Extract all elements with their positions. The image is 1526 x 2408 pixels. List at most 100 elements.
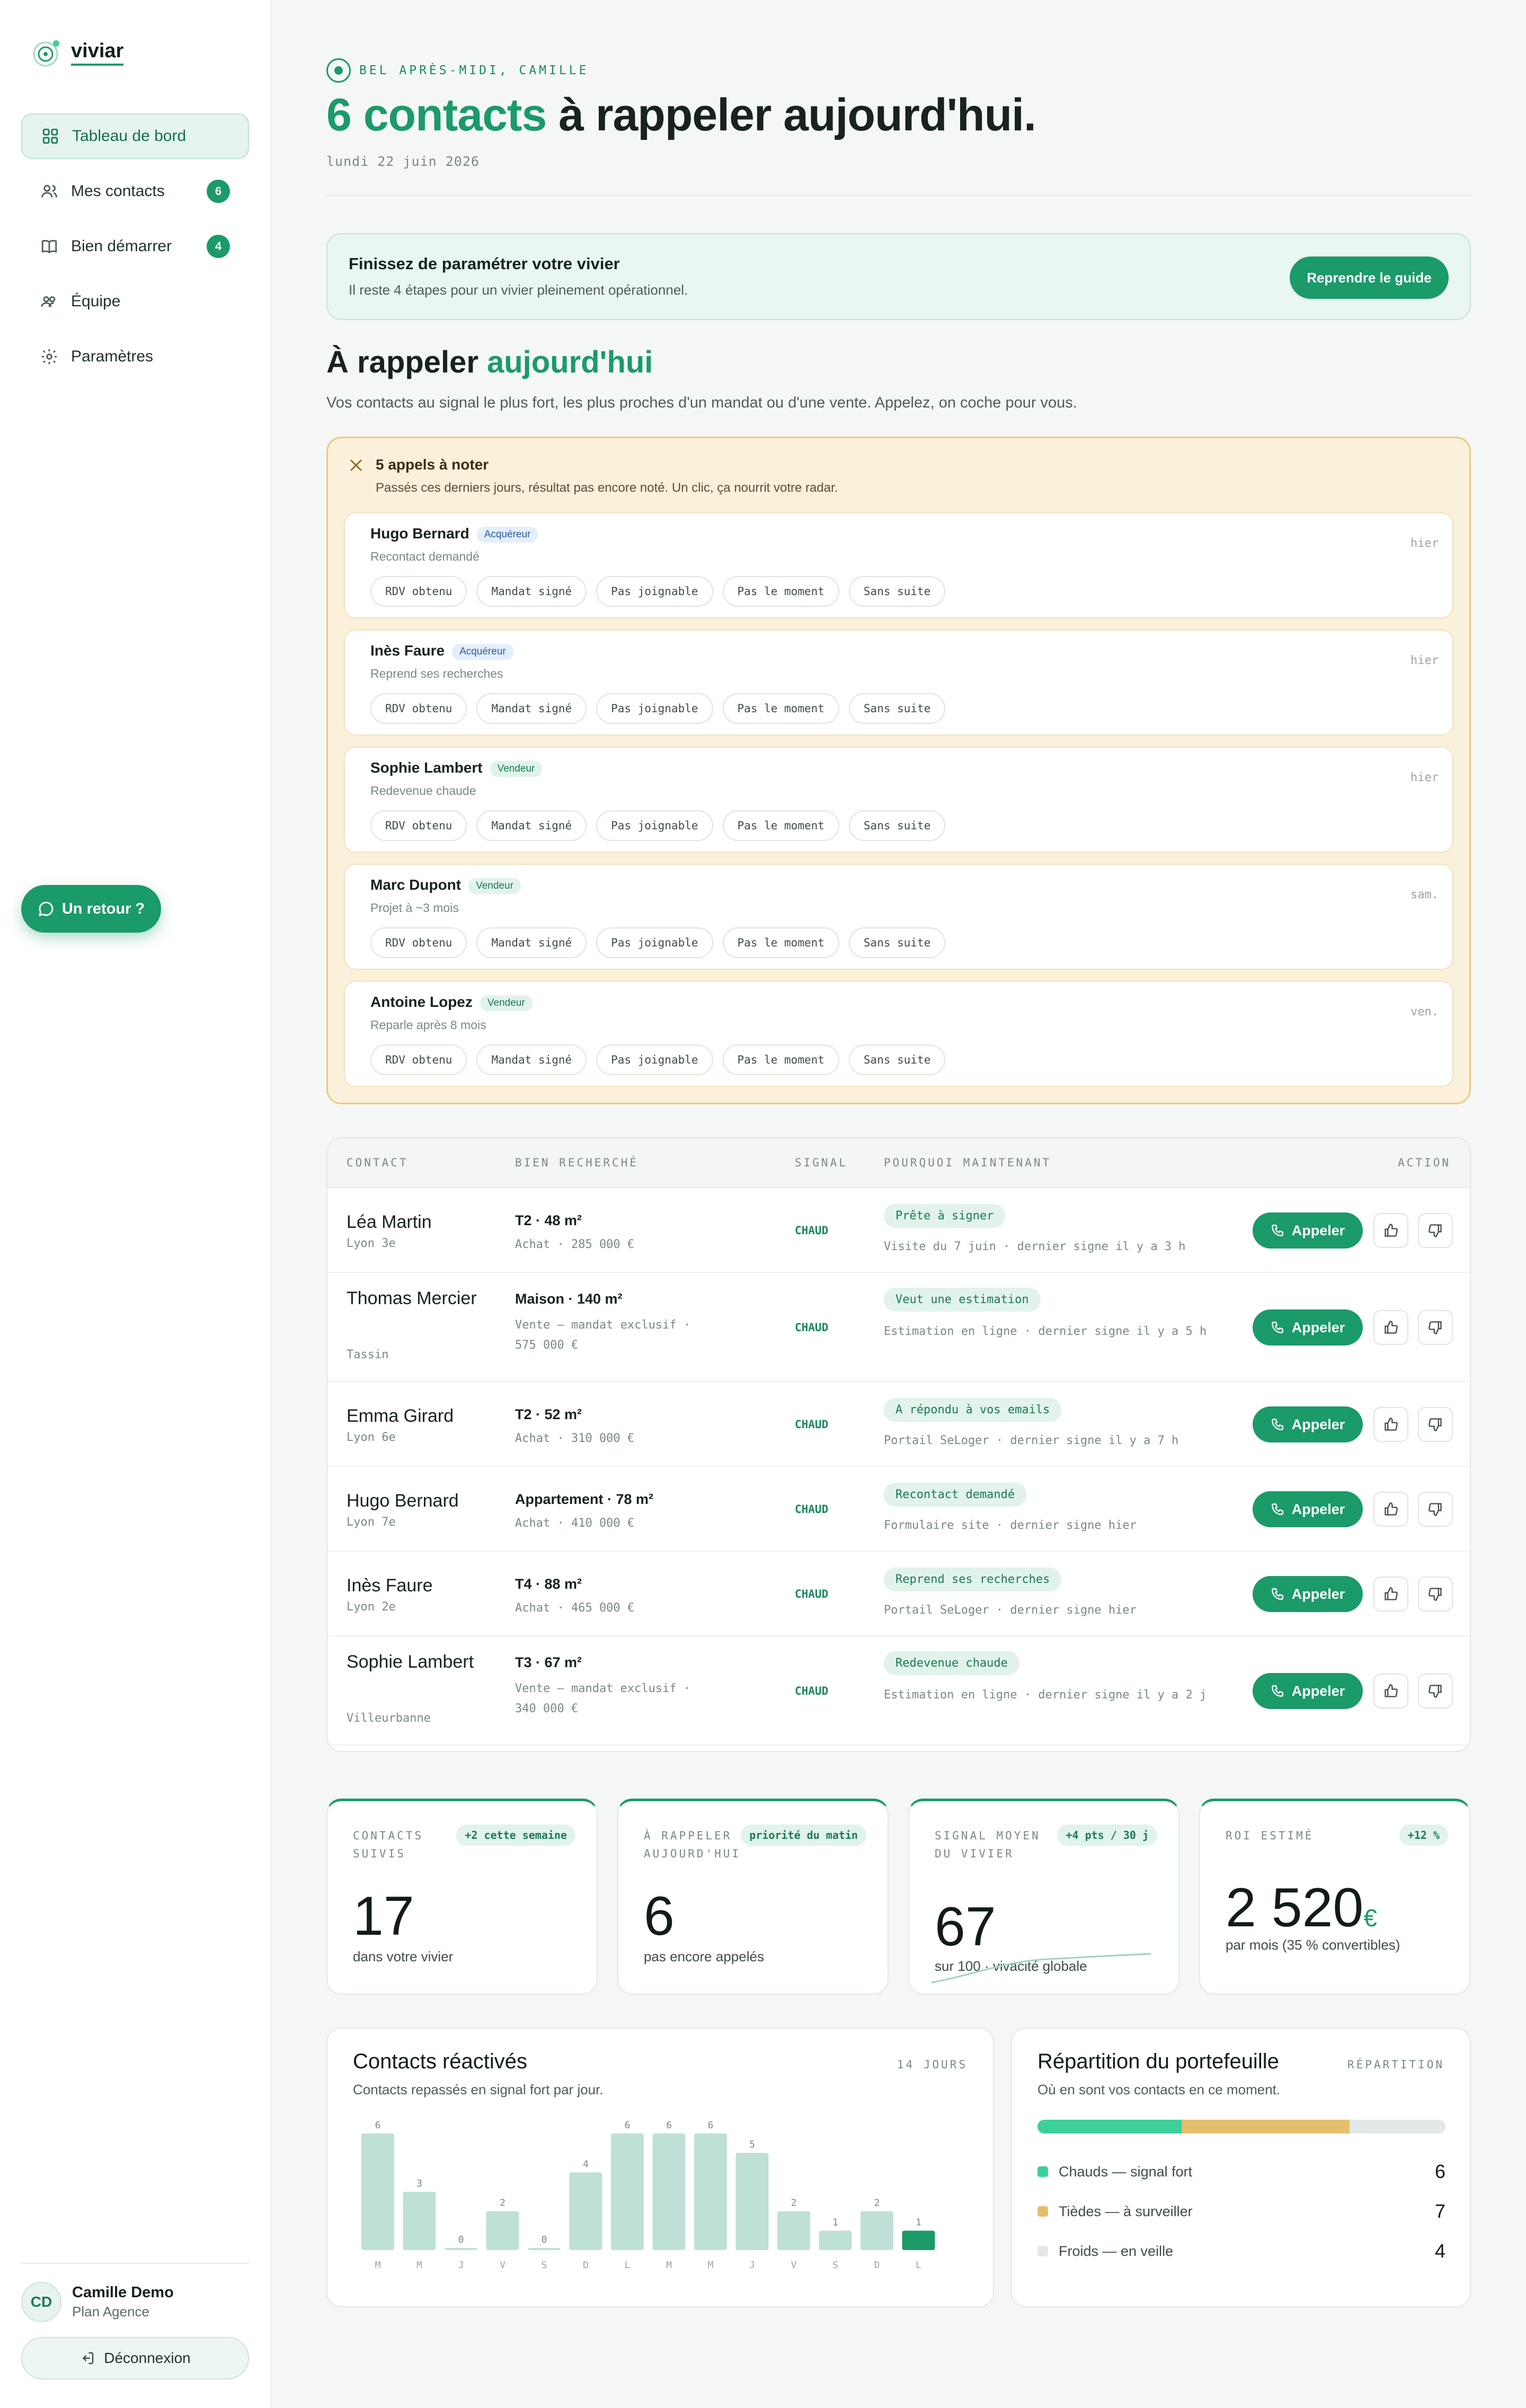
chart-bar[interactable] [819, 2230, 852, 2250]
outcome-button[interactable]: Sans suite [848, 927, 946, 958]
sidebar-item-getting-started[interactable]: Bien démarrer 4 [21, 224, 249, 269]
chart-data-label: 2 [500, 2198, 505, 2209]
sidebar-item-team[interactable]: Équipe [21, 279, 249, 324]
outcome-button[interactable]: Pas le moment [722, 810, 839, 841]
chart-bar[interactable] [902, 2230, 935, 2250]
outcome-button[interactable]: Pas le moment [722, 576, 839, 607]
outcome-button[interactable]: Sans suite [848, 576, 946, 607]
user-profile[interactable]: CD Camille Demo Plan Agence [21, 2263, 249, 2322]
outcome-button[interactable]: Pas joignable [596, 927, 713, 958]
outcome-button[interactable]: Sans suite [848, 1044, 946, 1075]
outcome-button[interactable]: Sans suite [848, 810, 946, 841]
chart-bar[interactable] [777, 2211, 810, 2250]
contact-name: Thomas Mercier [347, 1288, 477, 1308]
resume-guide-button[interactable]: Reprendre le guide [1290, 256, 1449, 299]
outcome-button[interactable]: RDV obtenu [370, 576, 467, 607]
chart-bar[interactable] [528, 2248, 561, 2250]
reason-badge: Veut une estimation [884, 1288, 1041, 1312]
table-row[interactable]: Sophie Lambert Villeurbanne T3 · 67 m² Vent… [327, 1636, 1470, 1746]
reason-source: Estimation en ligne · dernier signe il y… [884, 1688, 1207, 1702]
contact-name[interactable]: Marc Dupont Vendeur [370, 877, 521, 894]
contact-name-text: Sophie Lambert [370, 759, 483, 776]
call-button[interactable]: Appeler [1253, 1576, 1363, 1612]
table-row[interactable]: Inès Faure Lyon 2e T4 · 88 m² Achat · 465 0… [327, 1552, 1470, 1636]
chart-bar[interactable] [611, 2133, 644, 2250]
chart-bar[interactable] [445, 2248, 477, 2250]
outcome-button[interactable]: Mandat signé [476, 576, 587, 607]
sidebar-item-contacts[interactable]: Mes contacts 6 [21, 169, 249, 214]
contact-name-text: Marc Dupont [370, 877, 462, 893]
chart-bar[interactable] [735, 2153, 769, 2250]
call-button[interactable]: Appeler [1253, 1309, 1363, 1345]
contacts-count-badge: 6 [207, 180, 230, 203]
call-button[interactable]: Appeler [1253, 1212, 1363, 1249]
feedback-button[interactable]: Un retour ? [21, 885, 161, 933]
close-icon[interactable] [347, 456, 365, 474]
chart-bar[interactable] [694, 2133, 727, 2250]
outcome-button[interactable]: Mandat signé [476, 693, 587, 724]
reason-badge: Prête à signer [884, 1204, 1006, 1228]
thumbs-up-icon [1385, 1502, 1398, 1516]
outcome-button[interactable]: Mandat signé [476, 810, 587, 841]
outcome-button[interactable]: Mandat signé [476, 1044, 587, 1075]
outcome-button[interactable]: Mandat signé [476, 927, 587, 958]
table-row[interactable]: Thomas Mercier Tassin Maison · 140 m² Vente… [327, 1273, 1470, 1382]
outcome-button[interactable]: RDV obtenu [370, 927, 467, 958]
outcome-button[interactable]: Pas le moment [722, 927, 839, 958]
contact-name[interactable]: Inès Faure Acquéreur [370, 642, 513, 660]
thumbs-up-button[interactable] [1373, 1674, 1408, 1708]
chart-bar[interactable] [486, 2211, 519, 2250]
thumbs-up-button[interactable] [1373, 1577, 1408, 1612]
chart-bar[interactable] [569, 2172, 602, 2250]
call-timestamp: ven. [1410, 1005, 1439, 1019]
thumbs-down-button[interactable] [1418, 1492, 1453, 1527]
thumbs-up-button[interactable] [1373, 1310, 1408, 1345]
grid-icon [41, 127, 59, 145]
outcome-button[interactable]: RDV obtenu [370, 693, 467, 724]
thumbs-down-button[interactable] [1418, 1577, 1453, 1612]
outcome-button[interactable]: Pas joignable [596, 810, 713, 841]
sidebar: viviar Tableau de bord Mes contacts 6 Bi… [0, 0, 271, 2408]
outcome-button[interactable]: Pas le moment [722, 693, 839, 724]
contact-name[interactable]: Antoine Lopez Vendeur [370, 994, 533, 1011]
outcome-button[interactable]: Pas joignable [596, 576, 713, 607]
contact-name[interactable]: Hugo Bernard Acquéreur [370, 525, 538, 543]
stat-label: SIGNAL MOYEN DU VIVIER [935, 1829, 1041, 1860]
thumbs-up-button[interactable] [1373, 1213, 1408, 1248]
stat-value-unit: € [1363, 1904, 1377, 1932]
call-button[interactable]: Appeler [1253, 1673, 1363, 1709]
sidebar-item-settings[interactable]: Paramètres [21, 334, 249, 379]
property-summary: T3 · 67 m² [515, 1654, 582, 1670]
table-row[interactable]: Léa Martin Lyon 3e T2 · 48 m² Achat · 285 0… [327, 1188, 1470, 1273]
table-row[interactable]: Emma Girard Lyon 6e T2 · 52 m² Achat · 310 … [327, 1382, 1470, 1467]
contact-name[interactable]: Sophie Lambert Vendeur [370, 759, 543, 777]
col-why: POURQUOI MAINTENANT [884, 1156, 1052, 1169]
call-button[interactable]: Appeler [1253, 1406, 1363, 1442]
legend-count: 6 [1434, 2161, 1445, 2182]
app-logo[interactable]: viviar [32, 37, 124, 68]
thumbs-down-button[interactable] [1418, 1310, 1453, 1345]
thumbs-down-button[interactable] [1418, 1407, 1453, 1442]
outcome-button[interactable]: Sans suite [848, 693, 946, 724]
thumbs-down-button[interactable] [1418, 1674, 1453, 1708]
chart-bar[interactable] [403, 2192, 436, 2250]
outcome-button[interactable]: Pas le moment [722, 1044, 839, 1075]
outcome-button[interactable]: Pas joignable [596, 1044, 713, 1075]
section-title-main: À rappeler [326, 345, 487, 379]
guide-title: Finissez de paramétrer votre vivier [349, 254, 620, 273]
sidebar-item-dashboard[interactable]: Tableau de bord [21, 113, 249, 159]
chart-bar[interactable] [652, 2133, 686, 2250]
outcome-button[interactable]: RDV obtenu [370, 810, 467, 841]
thumbs-down-button[interactable] [1418, 1213, 1453, 1248]
logout-button[interactable]: Déconnexion [21, 2337, 249, 2379]
sidebar-nav: Tableau de bord Mes contacts 6 Bien déma… [21, 113, 249, 389]
outcome-button[interactable]: RDV obtenu [370, 1044, 467, 1075]
outcome-button[interactable]: Pas joignable [596, 693, 713, 724]
thumbs-up-button[interactable] [1373, 1492, 1408, 1527]
thumbs-up-button[interactable] [1373, 1407, 1408, 1442]
property-summary: Appartement · 78 m² [515, 1491, 654, 1507]
chart-bar[interactable] [361, 2133, 394, 2250]
chart-bar[interactable] [860, 2211, 893, 2250]
table-row[interactable]: Hugo Bernard Lyon 7e Appartement · 78 m² Ac… [327, 1467, 1470, 1552]
call-button[interactable]: Appeler [1253, 1491, 1363, 1527]
